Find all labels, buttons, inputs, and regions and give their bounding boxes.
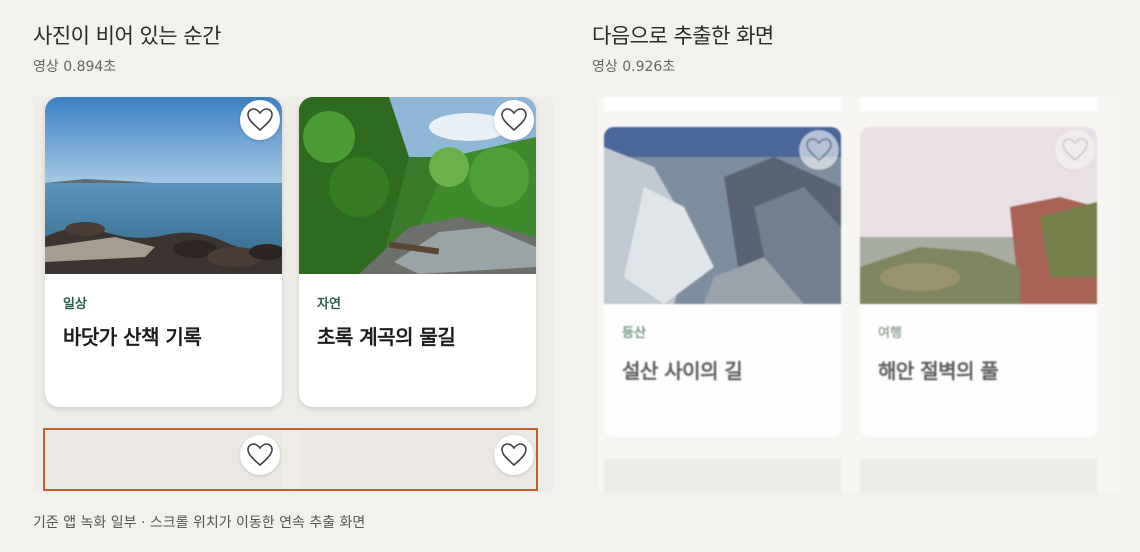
favorite-button[interactable] [240,435,280,475]
empty-photo-placeholder [299,431,536,491]
heart-outline-icon [247,443,273,467]
card-title: 바닷가 산책 기록 [63,325,202,349]
card-title: 설산 사이의 길 [622,359,743,383]
favorite-button[interactable] [494,435,534,475]
favorite-button[interactable] [240,100,280,140]
card-category: 등산 [622,326,646,341]
right-panel-title: 다음으로 추출한 화면 [592,24,774,48]
left-panel-title: 사진이 비어 있는 순간 [33,24,221,48]
faded-card-top [604,97,841,111]
card-title: 초록 계곡의 물길 [317,325,456,349]
right-panel-subtitle: 영상 0.926초 [592,59,676,75]
card-category: 자연 [317,297,341,312]
faded-card-top [860,97,1097,111]
heart-outline-icon [501,443,527,467]
card-green-valley[interactable]: 자연 초록 계곡의 물길 [299,97,536,407]
heart-outline-icon [806,138,832,162]
card-snow-mountain[interactable]: 등산 설산 사이의 길 [604,127,841,437]
faded-card-bottom [604,459,841,493]
heart-outline-icon [1062,138,1088,162]
card-coastal-cliff[interactable]: 여행 해안 절벽의 풀 [860,127,1097,437]
card-title: 해안 절벽의 풀 [878,359,999,383]
favorite-button[interactable] [799,130,839,170]
card-seaside-walk[interactable]: 일상 바닷가 산책 기록 [45,97,282,407]
left-panel-subtitle: 영상 0.894초 [33,59,117,75]
favorite-button[interactable] [494,100,534,140]
card-category: 여행 [878,326,902,341]
heart-outline-icon [501,108,527,132]
card-category: 일상 [63,297,87,312]
left-screen-frame: 일상 바닷가 산책 기록 자연 초록 계곡의 물길 [33,97,553,493]
heart-outline-icon [247,108,273,132]
favorite-button[interactable] [1055,130,1095,170]
right-screen-frame: 등산 설산 사이의 길 여행 해안 절벽의 풀 [598,97,1120,493]
faded-card-bottom [860,459,1097,493]
figure-caption: 기준 앱 녹화 일부 · 스크롤 위치가 이동한 연속 추출 화면 [33,515,366,531]
empty-photo-placeholder [45,431,282,491]
